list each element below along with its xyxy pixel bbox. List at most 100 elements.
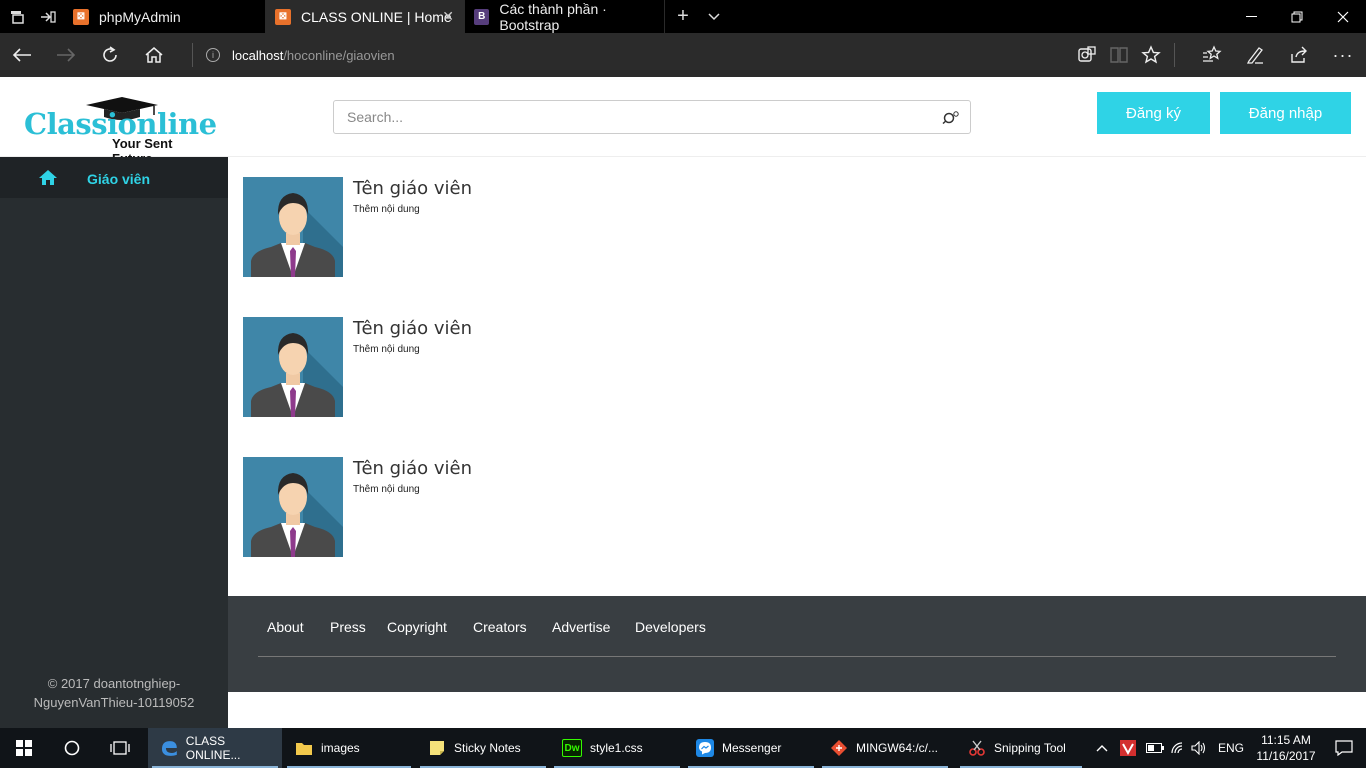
divider [192,43,193,67]
extensions-icon[interactable] [1071,39,1103,71]
search-box [333,100,971,134]
info-icon[interactable]: i [206,48,220,62]
sidebar-copyright: © 2017 doantotnghiep- NguyenVanThieu-101… [0,674,228,712]
footer-link-creators[interactable]: Creators [473,619,527,635]
scissors-icon [969,740,985,756]
teacher-name[interactable]: Tên giáo viên [353,318,472,339]
web-note-pen-icon[interactable] [1239,39,1271,71]
restore-icon[interactable] [1274,0,1320,33]
taskbar-app-snipping-tool[interactable]: Snipping Tool [956,728,1086,768]
messenger-icon [696,739,714,757]
volume-icon[interactable] [1191,728,1211,768]
sidebar: Giáo viên © 2017 doantotnghiep- NguyenVa… [0,157,228,728]
footer-link-press[interactable]: Press [330,619,366,635]
teacher-description: Thêm nội dung [353,484,420,495]
edge-icon [161,741,177,756]
antivirus-tray-icon[interactable] [1120,728,1140,768]
footer-link-copyright[interactable]: Copyright [387,619,447,635]
url-path: /hoconline/giaovien [283,47,395,63]
taskbar-app-edge[interactable]: CLASS ONLINE... [148,728,282,768]
taskbar-app-sticky-notes[interactable]: Sticky Notes [416,728,550,768]
tab-bootstrap[interactable]: B Các thành phần · Bootstrap [465,0,665,33]
divider [1174,43,1175,67]
tab-phpmyadmin[interactable]: ⊠ phpMyAdmin [64,0,266,33]
folder-icon [296,743,312,755]
teacher-avatar [243,177,343,277]
wifi-icon[interactable] [1170,728,1190,768]
site-footer: About Press Copyright Creators Advertise… [228,596,1366,692]
clock-date: 11/16/2017 [1256,749,1316,763]
search-icon[interactable] [942,110,960,124]
close-tab-icon[interactable]: ✕ [442,8,454,25]
teacher-name[interactable]: Tên giáo viên [353,178,472,199]
taskbar-app-label: style1.css [590,741,643,755]
git-icon [831,740,847,756]
footer-link-advertise[interactable]: Advertise [552,619,610,635]
system-clock[interactable]: 11:15 AM 11/16/2017 [1250,732,1322,764]
tab-class-online[interactable]: ⊠ CLASS ONLINE | Home ✕ [266,0,465,33]
sidebar-item-label: Giáo viên [87,171,151,187]
register-button[interactable]: Đăng ký [1097,92,1210,134]
close-window-icon[interactable] [1320,0,1366,33]
teacher-card[interactable]: Tên giáo viên Thêm nội dung [243,177,843,277]
action-center-icon[interactable] [1322,728,1366,768]
taskbar-app-label: Snipping Tool [994,741,1066,755]
refresh-icon[interactable] [94,39,126,71]
reading-view-icon[interactable] [1103,39,1135,71]
back-arrow-icon[interactable] [6,39,38,71]
copyright-line: © 2017 doantotnghiep- [47,676,181,691]
url-host: localhost [232,47,284,63]
teacher-description: Thêm nội dung [353,344,420,355]
favorite-star-icon[interactable] [1135,39,1167,71]
cortana-icon[interactable] [48,728,96,768]
battery-icon[interactable] [1146,728,1166,768]
teacher-description: Thêm nội dung [353,204,420,215]
windows-start-icon[interactable] [0,728,48,768]
set-aside-tabs-icon[interactable] [33,0,63,33]
forward-arrow-icon[interactable] [50,39,82,71]
taskbar-app-messenger[interactable]: Messenger [684,728,818,768]
share-icon[interactable] [1283,39,1315,71]
footer-link-about[interactable]: About [267,619,304,635]
footer-divider [258,656,1336,657]
tab-title: phpMyAdmin [99,8,181,25]
taskbar-app-git-bash[interactable]: MINGW64:/c/... [818,728,952,768]
favorites-hub-icon[interactable] [1196,39,1228,71]
teacher-card[interactable]: Tên giáo viên Thêm nội dung [243,317,843,417]
taskbar-app-label: CLASS ONLINE... [185,734,241,762]
dreamweaver-icon: Dw [562,739,582,757]
xampp-icon: ⊠ [275,8,291,25]
chevron-down-icon[interactable] [700,0,728,33]
browser-tab-bar: ⊠ phpMyAdmin ⊠ CLASS ONLINE | Home ✕ B C… [0,0,1366,33]
search-input[interactable] [334,101,924,133]
chevron-up-icon[interactable] [1096,728,1114,768]
footer-link-developers[interactable]: Developers [635,619,706,635]
taskbar-app-explorer[interactable]: images [283,728,415,768]
task-view-icon[interactable] [96,728,144,768]
home-icon[interactable] [138,39,170,71]
site-logo[interactable]: Classionline Your Sent Future [24,97,217,166]
sidebar-item-giao-vien[interactable]: Giáo viên [0,157,228,198]
taskbar-app-label: Sticky Notes [454,741,521,755]
teacher-avatar [243,317,343,417]
input-language[interactable]: ENG [1218,728,1246,768]
teacher-card[interactable]: Tên giáo viên Thêm nội dung [243,457,843,557]
bootstrap-icon: B [474,8,490,25]
browser-address-bar: i localhost/hoconline/giaovien ··· [0,33,1366,77]
more-options-icon[interactable]: ··· [1327,39,1359,71]
tab-list-icon[interactable] [0,0,33,33]
site-header: Classionline Your Sent Future Đăng ký Đă… [0,77,1366,166]
copyright-line: NguyenVanThieu-10119052 [33,695,195,710]
minimize-icon[interactable] [1228,0,1274,33]
teacher-name[interactable]: Tên giáo viên [353,458,472,479]
url-field[interactable]: i localhost/hoconline/giaovien [206,45,395,65]
login-button[interactable]: Đăng nhập [1220,92,1351,134]
teacher-avatar [243,457,343,557]
taskbar-app-dreamweaver[interactable]: Dw style1.css [550,728,684,768]
windows-taskbar: CLASS ONLINE... images Sticky Notes Dw s… [0,728,1366,768]
xampp-icon: ⊠ [73,8,89,25]
clock-time: 11:15 AM [1261,733,1311,747]
home-icon [39,170,57,185]
new-tab-icon[interactable]: + [670,0,696,33]
tab-title: CLASS ONLINE | Home [301,8,452,25]
